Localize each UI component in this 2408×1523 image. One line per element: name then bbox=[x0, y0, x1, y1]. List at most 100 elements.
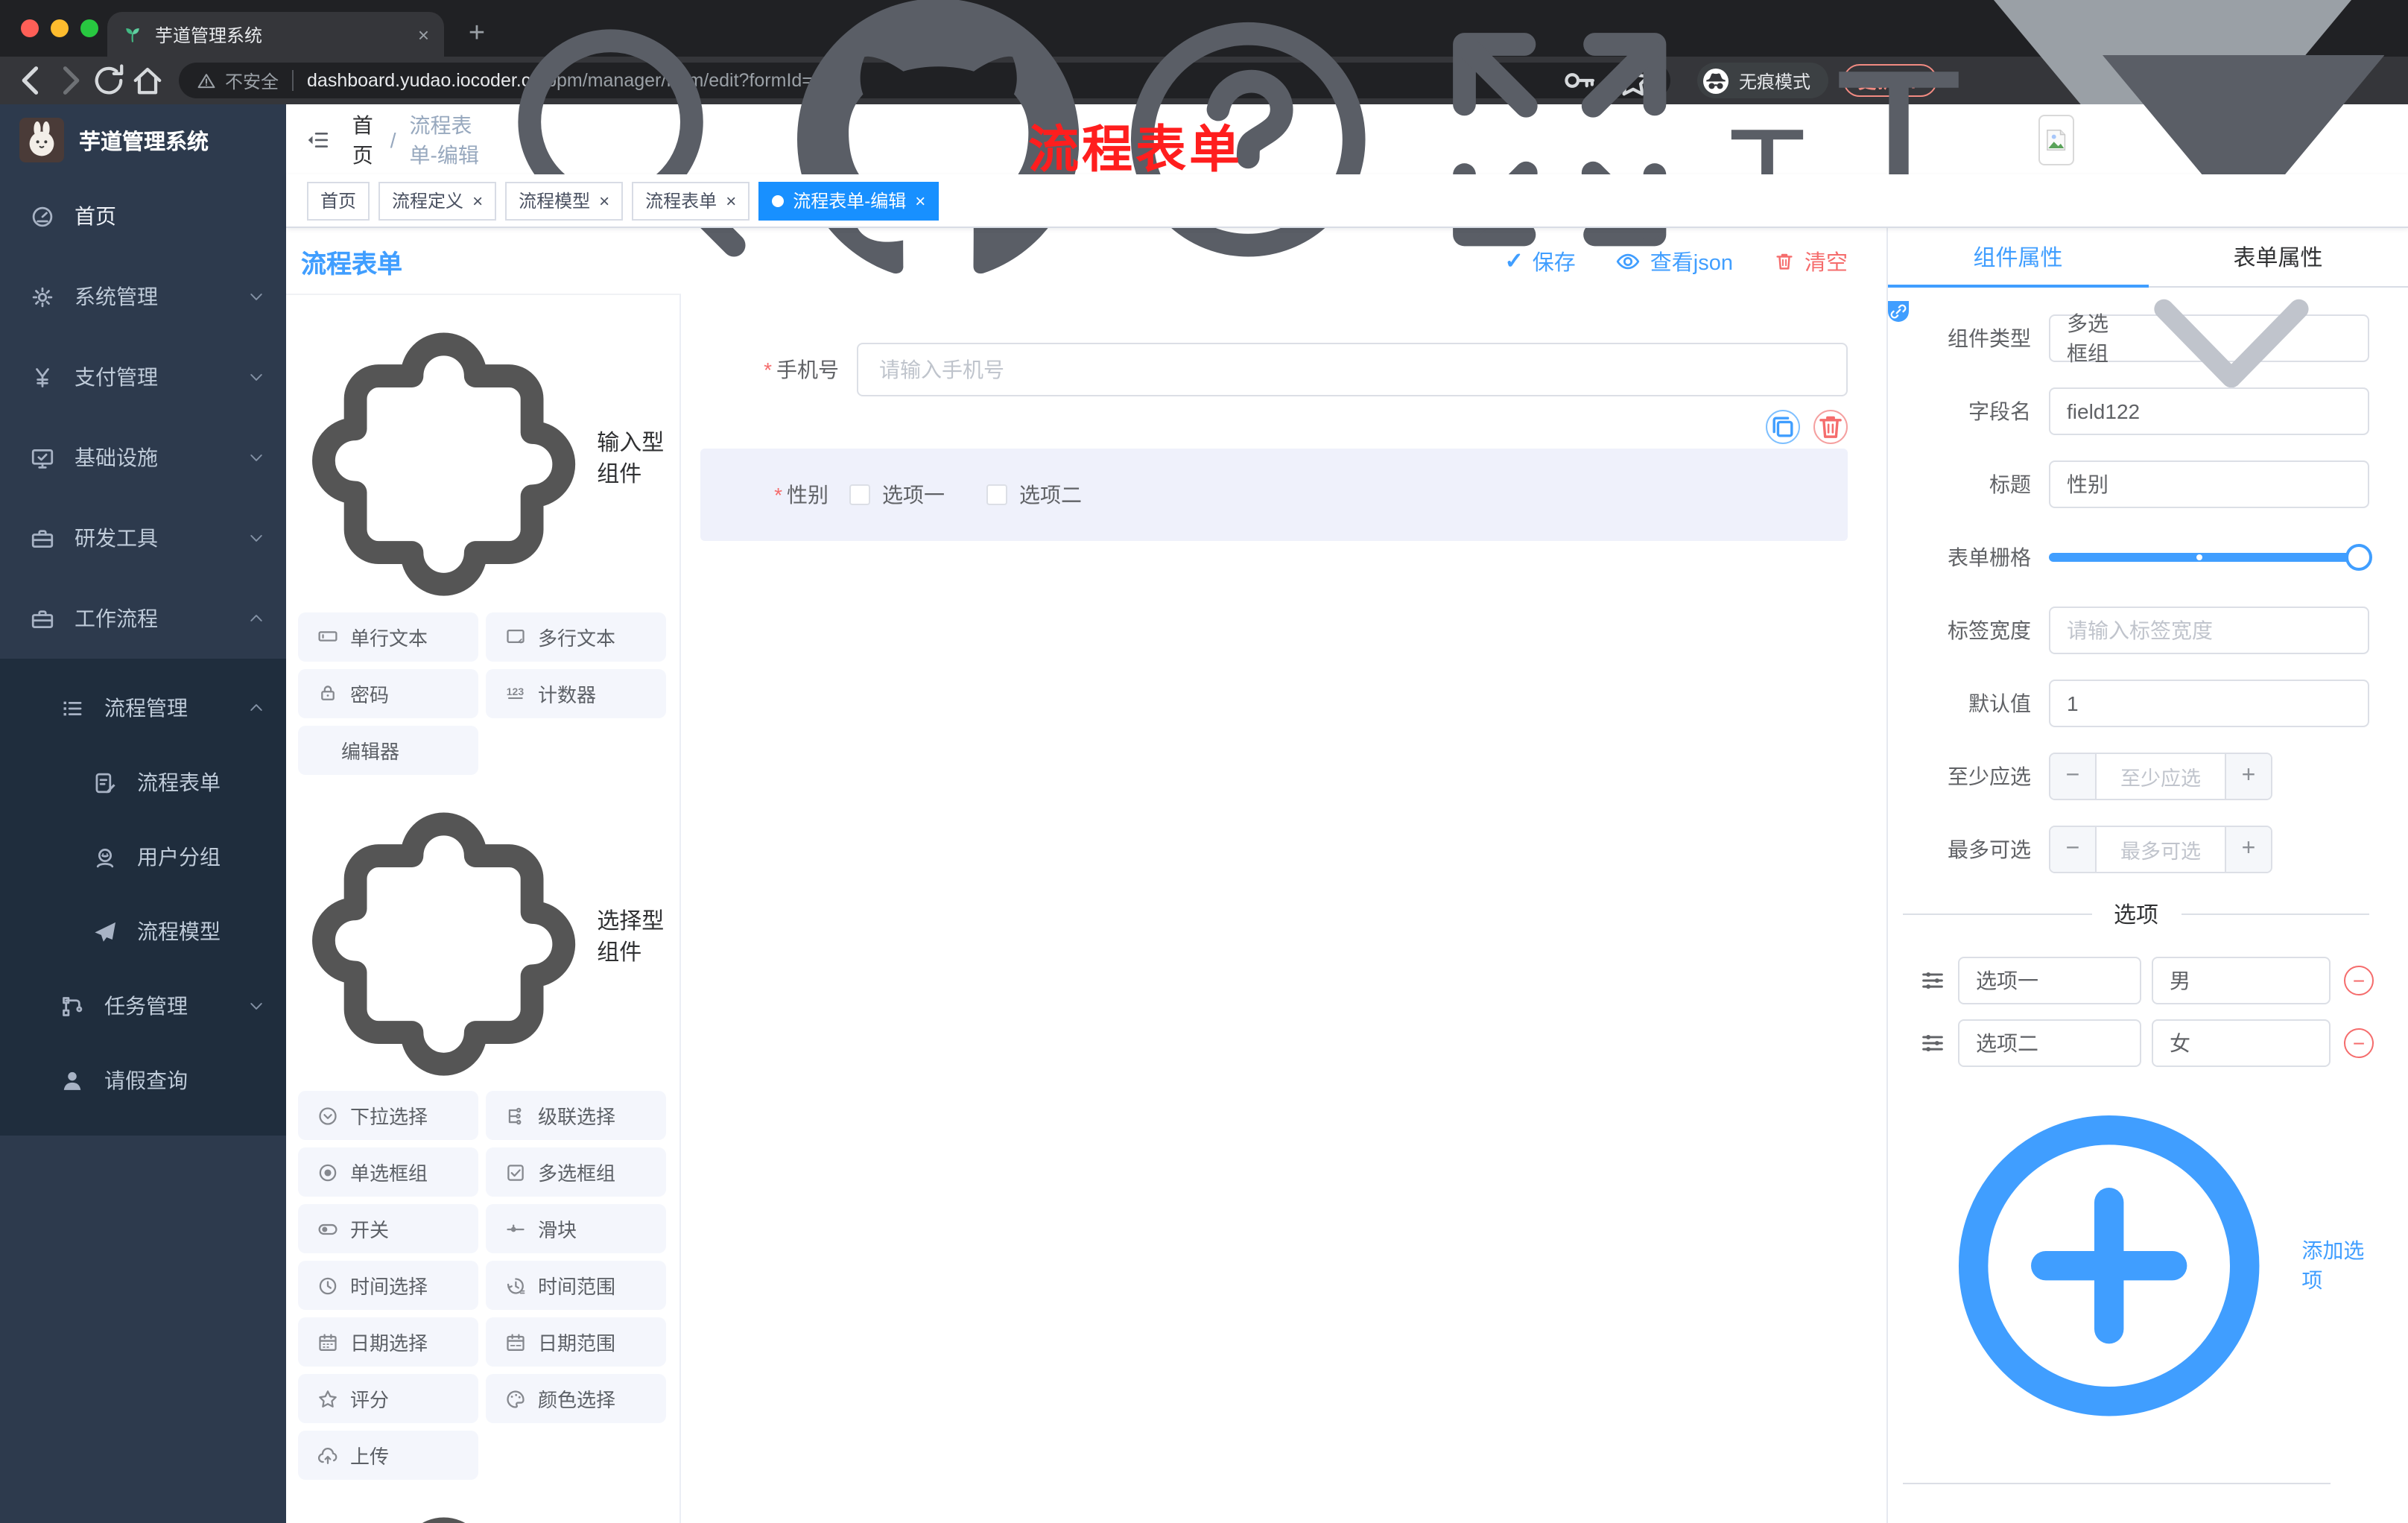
add-option-button[interactable]: 添加选项 bbox=[1928, 1085, 2369, 1446]
palette-component[interactable]: 开关 bbox=[298, 1204, 478, 1254]
phone-field-input[interactable]: 请输入手机号 bbox=[857, 343, 1848, 396]
increase-button[interactable]: + bbox=[2225, 827, 2271, 872]
increase-button[interactable]: + bbox=[2225, 754, 2271, 799]
favicon-sprout-icon bbox=[122, 24, 143, 45]
app-logo-row[interactable]: 芋道管理系统 bbox=[0, 104, 286, 176]
drag-handle-icon[interactable] bbox=[1919, 967, 1946, 994]
sidebar-item[interactable]: 工作流程 bbox=[0, 578, 286, 659]
drag-handle-icon[interactable] bbox=[1919, 1030, 1946, 1057]
palette-component[interactable]: 颜色选择 bbox=[486, 1374, 666, 1424]
user-group-icon bbox=[92, 844, 118, 870]
label-width-input[interactable] bbox=[2067, 618, 2351, 642]
fullscreen-icon[interactable] bbox=[1418, 0, 1699, 280]
checkbox-icon[interactable] bbox=[986, 484, 1007, 505]
option-name-input[interactable] bbox=[1958, 957, 2141, 1004]
palette-component[interactable]: 123 计数器 bbox=[486, 668, 666, 718]
minimize-window-button[interactable] bbox=[51, 19, 69, 37]
sidebar-item[interactable]: 首页 bbox=[0, 176, 286, 256]
time-range-icon bbox=[505, 1275, 526, 1296]
switch-icon bbox=[317, 1218, 338, 1239]
sidebar-subitem[interactable]: 流程管理 bbox=[0, 671, 286, 745]
reload-icon[interactable] bbox=[89, 61, 128, 100]
tab-component-props[interactable]: 组件属性 bbox=[1888, 228, 2148, 286]
max-select-value[interactable]: 最多可选 bbox=[2097, 827, 2225, 872]
tag-close-icon[interactable]: × bbox=[726, 191, 736, 209]
sidebar-item[interactable]: 支付管理 bbox=[0, 337, 286, 417]
palette-component[interactable]: 单行文本 bbox=[298, 612, 478, 662]
component-type-row: 组件类型 多选框组 bbox=[1888, 298, 2369, 387]
title-input[interactable] bbox=[2067, 472, 2351, 496]
date-icon bbox=[317, 1332, 338, 1352]
paper-plane-icon bbox=[92, 919, 118, 944]
sidebar-item[interactable]: 基础设施 bbox=[0, 417, 286, 498]
palette-component[interactable]: 时间选择 bbox=[298, 1261, 478, 1311]
tags-view-tag[interactable]: 流程模型 × bbox=[505, 181, 624, 220]
gender-field-row-selected[interactable]: * 性别 选项一 选项二 bbox=[700, 449, 1848, 541]
puzzle-icon bbox=[302, 795, 585, 1077]
remove-option-button[interactable]: − bbox=[2344, 966, 2374, 995]
field-name-input[interactable] bbox=[2067, 399, 2351, 423]
sidebar-subitem[interactable]: 流程模型 bbox=[0, 894, 286, 969]
collapse-menu-icon[interactable] bbox=[307, 123, 329, 156]
forward-icon[interactable] bbox=[51, 61, 89, 100]
sidebar-subitem[interactable]: 任务管理 bbox=[0, 969, 286, 1043]
person-icon bbox=[60, 1068, 85, 1093]
palette-component[interactable]: 时间范围 bbox=[486, 1261, 666, 1311]
breadcrumb-home[interactable]: 首页 bbox=[352, 110, 377, 169]
option-value-input[interactable] bbox=[2152, 957, 2331, 1004]
zoom-window-button[interactable] bbox=[80, 19, 98, 37]
tags-view-tag[interactable]: 流程表单-编辑 × bbox=[758, 181, 940, 220]
avatar[interactable] bbox=[2038, 114, 2074, 165]
sidebar-subitem[interactable]: 请假查询 bbox=[0, 1043, 286, 1118]
home-icon[interactable] bbox=[128, 61, 167, 100]
active-tab-underline bbox=[1888, 285, 2148, 288]
palette-component[interactable]: 单选框组 bbox=[298, 1147, 478, 1197]
palette-component[interactable]: 编辑器 bbox=[298, 725, 478, 775]
palette-component[interactable]: 密码 bbox=[298, 668, 478, 718]
option-value-input[interactable] bbox=[2152, 1019, 2331, 1067]
tag-close-icon[interactable]: × bbox=[599, 191, 609, 209]
tag-close-icon[interactable]: × bbox=[472, 191, 483, 209]
palette-component[interactable]: 多行文本 bbox=[486, 612, 666, 662]
sidebar-item[interactable]: 研发工具 bbox=[0, 498, 286, 578]
tags-view-tag[interactable]: 流程定义 × bbox=[378, 181, 497, 220]
checkbox-icon[interactable] bbox=[849, 484, 870, 505]
palette-component[interactable]: 滑块 bbox=[486, 1204, 666, 1254]
min-select-value[interactable]: 至少应选 bbox=[2097, 754, 2225, 799]
option-name-input[interactable] bbox=[1958, 1019, 2141, 1067]
remove-option-button[interactable]: − bbox=[2344, 1028, 2374, 1058]
palette-section-items: 单行文本 多行文本 密码 123 计数器 编辑器 bbox=[298, 612, 668, 775]
palette-component[interactable]: 级联选择 bbox=[486, 1091, 666, 1141]
tag-close-icon[interactable]: × bbox=[915, 191, 925, 209]
palette-component[interactable]: 下拉选择 bbox=[298, 1091, 478, 1141]
form-grid-slider[interactable] bbox=[2049, 533, 2372, 581]
navbar: 首页 / 流程表单-编辑 流程表单 TT bbox=[286, 0, 2408, 273]
palette-section-title: 输入型组件 bbox=[302, 316, 668, 598]
palette-component[interactable]: 日期范围 bbox=[486, 1317, 666, 1367]
decrease-button[interactable]: − bbox=[2050, 827, 2097, 872]
tags-view-tag[interactable]: 流程表单 × bbox=[632, 181, 750, 220]
sidebar-item[interactable]: 系统管理 bbox=[0, 256, 286, 337]
tags-view-tag[interactable]: 首页 bbox=[307, 181, 370, 220]
decrease-button[interactable]: − bbox=[2050, 754, 2097, 799]
sidebar-subitem[interactable]: 用户分组 bbox=[0, 820, 286, 894]
delete-widget-button[interactable] bbox=[1813, 410, 1848, 444]
sidebar-subitem[interactable]: 流程表单 bbox=[0, 745, 286, 820]
default-value-input[interactable] bbox=[2067, 691, 2351, 715]
search-icon[interactable] bbox=[487, 0, 769, 280]
tab-form-props[interactable]: 表单属性 bbox=[2148, 228, 2408, 286]
browser-tab[interactable]: 芋道管理系统 × bbox=[107, 12, 444, 57]
data-link-button[interactable] bbox=[1888, 301, 1909, 322]
palette-component[interactable]: 上传 bbox=[298, 1431, 478, 1481]
palette-component[interactable]: 日期选择 bbox=[298, 1317, 478, 1367]
copy-widget-button[interactable] bbox=[1766, 410, 1800, 444]
close-window-button[interactable] bbox=[21, 19, 39, 37]
palette-component[interactable]: 多选框组 bbox=[486, 1147, 666, 1197]
slider-handle[interactable] bbox=[2345, 544, 2372, 571]
palette-component[interactable]: 评分 bbox=[298, 1374, 478, 1424]
phone-field-row[interactable]: * 手机号 请输入手机号 bbox=[681, 343, 1848, 396]
component-type-select[interactable]: 多选框组 bbox=[2049, 298, 2369, 387]
tab-close-icon[interactable]: × bbox=[418, 23, 429, 45]
back-icon[interactable] bbox=[12, 61, 51, 100]
screen: 芋道管理系统 × + 不安全 dashboard.yudao.iocoder.c… bbox=[0, 0, 2408, 1523]
